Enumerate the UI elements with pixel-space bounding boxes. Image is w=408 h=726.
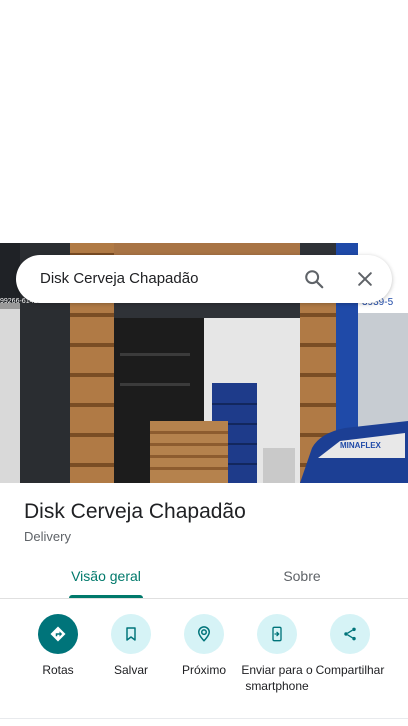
send-to-phone-label: Enviar para o smartphone — [241, 663, 313, 693]
place-category[interactable]: Delivery — [24, 529, 71, 544]
directions-icon[interactable] — [38, 614, 78, 654]
share-label: Compartilhar — [315, 663, 385, 677]
directions-button[interactable]: Rotas — [20, 614, 96, 678]
bookmark-icon[interactable] — [111, 614, 151, 654]
search-bar[interactable]: Disk Cerveja Chapadão — [16, 255, 392, 303]
nearby-button[interactable]: Próximo — [166, 614, 242, 678]
search-icon[interactable] — [299, 264, 329, 294]
bottom-divider — [0, 718, 408, 719]
send-to-phone-icon[interactable] — [257, 614, 297, 654]
search-query[interactable]: Disk Cerveja Chapadão — [40, 255, 198, 303]
tab-divider — [0, 598, 408, 599]
close-icon[interactable] — [350, 264, 380, 294]
nearby-label: Próximo — [181, 663, 226, 677]
place-title: Disk Cerveja Chapadão — [24, 500, 246, 523]
send-to-phone-button[interactable]: Enviar para o smartphone — [239, 614, 315, 694]
save-button[interactable]: Salvar — [93, 614, 169, 678]
tab-about[interactable]: Sobre — [220, 560, 384, 598]
nearby-icon[interactable] — [184, 614, 224, 654]
save-label: Salvar — [113, 663, 148, 677]
share-button[interactable]: Compartilhar — [312, 614, 388, 678]
tab-overview[interactable]: Visão geral — [24, 560, 188, 598]
share-icon[interactable] — [330, 614, 370, 654]
photo-car-text: MINAFLEX — [340, 441, 382, 450]
directions-label: Rotas — [42, 663, 74, 677]
